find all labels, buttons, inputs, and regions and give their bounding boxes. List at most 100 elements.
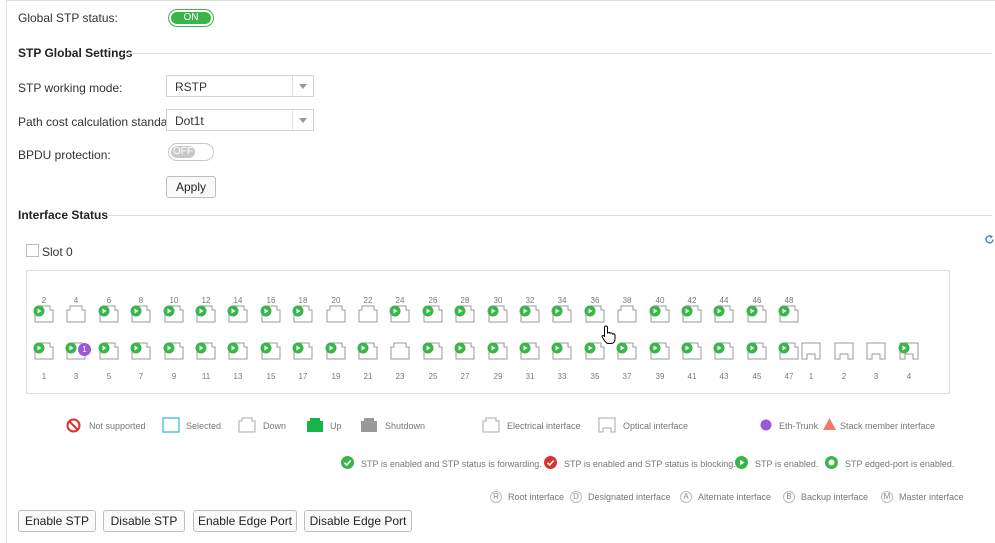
port-20-icon[interactable] [325, 305, 347, 323]
port-31-icon[interactable] [519, 342, 541, 360]
port-number: 32 [525, 296, 535, 305]
role-m-icon: M [881, 491, 893, 503]
port-35-icon[interactable] [584, 342, 606, 360]
optical-port-2-icon[interactable] [833, 342, 855, 360]
port-43-icon[interactable] [713, 342, 735, 360]
path-cost-value: Dot1t [175, 114, 204, 128]
chevron-down-icon [292, 76, 313, 96]
port-44-icon[interactable] [713, 305, 735, 323]
chevron-down-icon [292, 110, 313, 130]
stp-working-mode-select[interactable]: RSTP [166, 75, 314, 97]
port-46-icon[interactable] [746, 305, 768, 323]
port-number: 14 [233, 296, 243, 305]
port-number: 30 [493, 296, 503, 305]
port-29-icon[interactable] [487, 342, 509, 360]
global-stp-toggle-text: ON [171, 12, 211, 24]
port-40-icon[interactable] [649, 305, 671, 323]
enable-edge-port-button[interactable]: Enable Edge Port [193, 510, 297, 532]
port-41-icon[interactable] [681, 342, 703, 360]
port-number: 37 [622, 372, 632, 381]
port-24-icon[interactable] [389, 305, 411, 323]
port-number: 13 [233, 372, 243, 381]
role-m-label: Master interface [899, 492, 964, 502]
port-11-icon[interactable] [195, 342, 217, 360]
port-34-icon[interactable] [551, 305, 573, 323]
port-47-icon[interactable] [778, 342, 800, 360]
port-number: 41 [687, 372, 697, 381]
port-4-icon[interactable] [65, 305, 87, 323]
port-number: 31 [525, 372, 535, 381]
port-6-icon[interactable] [98, 305, 120, 323]
enable-stp-button[interactable]: Enable STP [18, 510, 96, 532]
bpdu-protection-toggle[interactable]: OFF [168, 143, 214, 161]
port-16-icon[interactable] [260, 305, 282, 323]
port-8-icon[interactable] [130, 305, 152, 323]
selected-port-icon [162, 417, 180, 433]
port-number: 11 [201, 372, 211, 381]
port-37-icon[interactable] [616, 342, 638, 360]
refresh-icon[interactable] [984, 234, 995, 245]
port-42-icon[interactable] [681, 305, 703, 323]
path-cost-select[interactable]: Dot1t [166, 109, 314, 131]
port-2-icon[interactable] [33, 305, 55, 323]
port-27-icon[interactable] [454, 342, 476, 360]
port-number: 3 [73, 372, 79, 381]
port-25-icon[interactable] [422, 342, 444, 360]
port-number: 27 [460, 372, 470, 381]
port-7-icon[interactable] [130, 342, 152, 360]
port-38-icon[interactable] [616, 305, 638, 323]
port-45-icon[interactable] [746, 342, 768, 360]
port-number: 17 [298, 372, 308, 381]
port-32-icon[interactable] [519, 305, 541, 323]
port-number: 10 [169, 296, 179, 305]
global-stp-toggle[interactable]: ON [168, 9, 214, 27]
eth-trunk-icon [760, 419, 772, 431]
legend-edged: STP edged-port is enabled. [845, 459, 955, 469]
port-36-icon[interactable] [584, 305, 606, 323]
port-number: 29 [493, 372, 503, 381]
port-number: 36 [590, 296, 600, 305]
role-b-label: Backup interface [801, 492, 869, 502]
port-number: 26 [428, 296, 438, 305]
disable-stp-button[interactable]: Disable STP [103, 510, 185, 532]
optical-port-icon [598, 417, 616, 433]
port-48-icon[interactable] [778, 305, 800, 323]
optical-port-4-icon[interactable] [898, 342, 920, 360]
port-33-icon[interactable] [551, 342, 573, 360]
port-5-icon[interactable] [98, 342, 120, 360]
port-26-icon[interactable] [422, 305, 444, 323]
port-23-icon[interactable] [389, 342, 411, 360]
port-17-icon[interactable] [292, 342, 314, 360]
port-30-icon[interactable] [487, 305, 509, 323]
port-28-icon[interactable] [454, 305, 476, 323]
port-number: 21 [363, 372, 373, 381]
stack-member-icon [823, 418, 836, 430]
legend-optical: Optical interface [623, 421, 689, 431]
apply-button[interactable]: Apply [166, 176, 216, 198]
port-number: 1 [41, 372, 47, 381]
optical-port-3-icon[interactable] [865, 342, 887, 360]
port-12-icon[interactable] [195, 305, 217, 323]
port-number: 38 [622, 296, 632, 305]
port-13-icon[interactable] [227, 342, 249, 360]
port-22-icon[interactable] [357, 305, 379, 323]
port-1-icon[interactable] [33, 342, 55, 360]
port-14-icon[interactable] [227, 305, 249, 323]
shutdown-port-icon [361, 418, 377, 432]
slot-0-checkbox[interactable] [26, 244, 39, 257]
legend-up: Up [330, 421, 342, 431]
port-19-icon[interactable] [325, 342, 347, 360]
optical-port-1-icon[interactable] [800, 342, 822, 360]
port-18-icon[interactable] [292, 305, 314, 323]
port-9-icon[interactable] [163, 342, 185, 360]
port-number: 20 [331, 296, 341, 305]
port-21-icon[interactable] [357, 342, 379, 360]
port-number: 23 [395, 372, 405, 381]
port-39-icon[interactable] [649, 342, 671, 360]
port-number: 42 [687, 296, 697, 305]
legend-blocking: STP is enabled and STP status is blockin… [564, 459, 736, 469]
port-10-icon[interactable] [163, 305, 185, 323]
disable-edge-port-button[interactable]: Disable Edge Port [304, 510, 412, 532]
port-number: 6 [106, 296, 112, 305]
port-15-icon[interactable] [260, 342, 282, 360]
